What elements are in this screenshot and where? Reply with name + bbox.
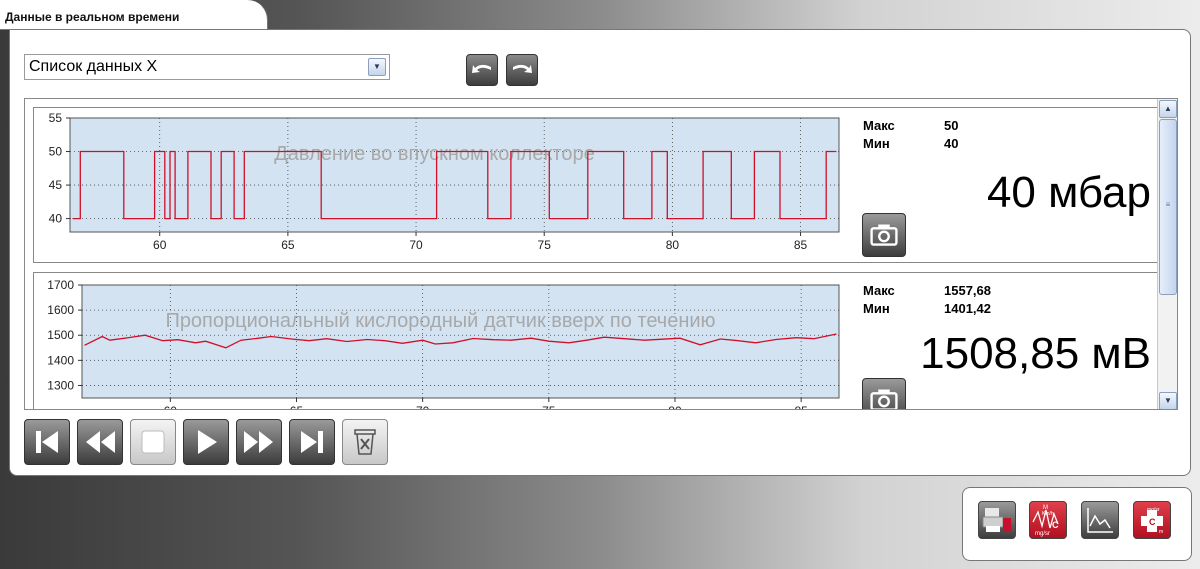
min-value: 40: [944, 136, 959, 151]
current-value: 40 мбар: [986, 168, 1151, 217]
graph-panel: 60 65 70 75 80 85 55 50 45 40 Давление во впускном…: [33, 107, 1160, 263]
min-label: Мин: [863, 136, 890, 151]
camera-icon: [870, 389, 898, 409]
realtime-data-tab[interactable]: Данные в реальном времени: [0, 0, 268, 30]
vertical-scrollbar[interactable]: ▲ ≡ ▼: [1157, 99, 1177, 409]
tools-panel: M Km/h C mg/sr mg/sr C m: [962, 487, 1192, 561]
max-label: Макс: [863, 118, 895, 133]
skip-to-start-button[interactable]: [24, 419, 70, 465]
back-button[interactable]: [466, 54, 498, 86]
units-label-bottom: mg/sr: [1035, 531, 1050, 537]
camera-icon: [870, 224, 898, 246]
chevron-down-icon[interactable]: ▼: [368, 58, 386, 76]
min-value: 1401,42: [944, 301, 991, 316]
delete-button[interactable]: [342, 419, 388, 465]
data-list-select[interactable]: Список данных X ▼: [24, 54, 390, 80]
x-tick-label: 75: [542, 404, 556, 410]
print-button[interactable]: [978, 501, 1016, 539]
arrow-back-icon: [472, 64, 491, 73]
x-tick-label: 80: [666, 238, 680, 252]
x-tick-label: 65: [281, 238, 295, 252]
current-value: 1508,85 мВ: [920, 329, 1151, 378]
add-label-top: mg/sr: [1147, 507, 1160, 513]
y-tick-label: 55: [49, 111, 63, 125]
graph-panel: 60 65 70 75 80 85 1700 1600 1500 1400 1300 Пропорци…: [33, 272, 1160, 410]
x-tick-label: 85: [794, 238, 808, 252]
max-value: 50: [944, 118, 959, 133]
skip-to-end-icon: [301, 431, 323, 453]
graph-plot: 60 65 70 75 80 85 55 50 45 40 Давление во впускном…: [49, 111, 840, 252]
units-button[interactable]: M Km/h C mg/sr: [1029, 501, 1067, 539]
graph-view-icon: [1087, 508, 1113, 533]
rewind-button[interactable]: [77, 419, 123, 465]
scroll-up-icon[interactable]: ▲: [1159, 100, 1177, 118]
min-label: Мин: [863, 301, 890, 316]
forward-button[interactable]: [506, 54, 538, 86]
skip-to-start-icon: [36, 431, 58, 453]
x-tick-label: 60: [153, 238, 167, 252]
units-icon: M Km/h C mg/sr: [1032, 505, 1059, 537]
add-label-m: m: [1159, 529, 1163, 535]
play-button[interactable]: [183, 419, 229, 465]
skip-to-end-button[interactable]: [289, 419, 335, 465]
data-list-select-value: Список данных X: [29, 58, 158, 75]
y-tick-label: 1600: [47, 303, 74, 317]
graphs-area[interactable]: 60 65 70 75 80 85 55 50 45 40 Давление во впускном…: [24, 98, 1178, 410]
main-panel: Список данных X ▼ 60 65 70 75 80 85 55 50 45 40 Да…: [9, 29, 1191, 476]
graph-plot: 60 65 70 75 80 85 1700 1600 1500 1400 1300 Пропорци…: [47, 278, 840, 410]
scroll-thumb[interactable]: ≡: [1159, 119, 1177, 295]
y-tick-label: 45: [49, 178, 63, 192]
fast-forward-icon: [244, 431, 273, 453]
x-tick-label: 60: [164, 404, 178, 410]
units-label-c: C: [1052, 520, 1059, 530]
y-tick-label: 50: [49, 145, 63, 159]
x-tick-label: 70: [416, 404, 430, 410]
y-tick-label: 1700: [47, 278, 74, 292]
stop-icon: [141, 430, 165, 454]
snapshot-button[interactable]: [862, 378, 906, 409]
printer-icon: [982, 508, 1011, 532]
add-parameter-button[interactable]: mg/sr C m: [1133, 501, 1171, 539]
y-tick-label: 1500: [47, 328, 74, 342]
graph-title: Пропорциональный кислородный датчик ввер…: [165, 310, 715, 332]
y-tick-label: 1300: [47, 378, 74, 392]
graph-title: Давление во впускном коллекторе: [274, 143, 594, 165]
stop-button[interactable]: [130, 419, 176, 465]
plot-area: [69, 117, 840, 233]
y-tick-label: 1400: [47, 353, 74, 367]
snapshot-button[interactable]: [862, 213, 906, 257]
tab-title: Данные в реальном времени: [5, 10, 180, 24]
x-tick-label: 80: [668, 404, 682, 410]
y-tick-label: 40: [49, 212, 63, 226]
add-parameter-icon: mg/sr C m: [1141, 507, 1163, 535]
fast-forward-button[interactable]: [236, 419, 282, 465]
add-label-c: C: [1149, 517, 1156, 527]
units-label-mid: Km/h: [1042, 511, 1054, 517]
play-icon: [198, 430, 217, 454]
max-label: Макс: [863, 283, 895, 298]
x-tick-label: 70: [409, 238, 423, 252]
graph-view-button[interactable]: [1081, 501, 1119, 539]
delete-icon: [354, 429, 376, 455]
arrow-forward-icon: [513, 64, 532, 73]
x-tick-label: 75: [538, 238, 552, 252]
rewind-icon: [86, 431, 115, 453]
x-tick-label: 85: [794, 404, 808, 410]
scroll-down-icon[interactable]: ▼: [1159, 392, 1177, 409]
max-value: 1557,68: [944, 283, 991, 298]
x-tick-label: 65: [290, 404, 304, 410]
